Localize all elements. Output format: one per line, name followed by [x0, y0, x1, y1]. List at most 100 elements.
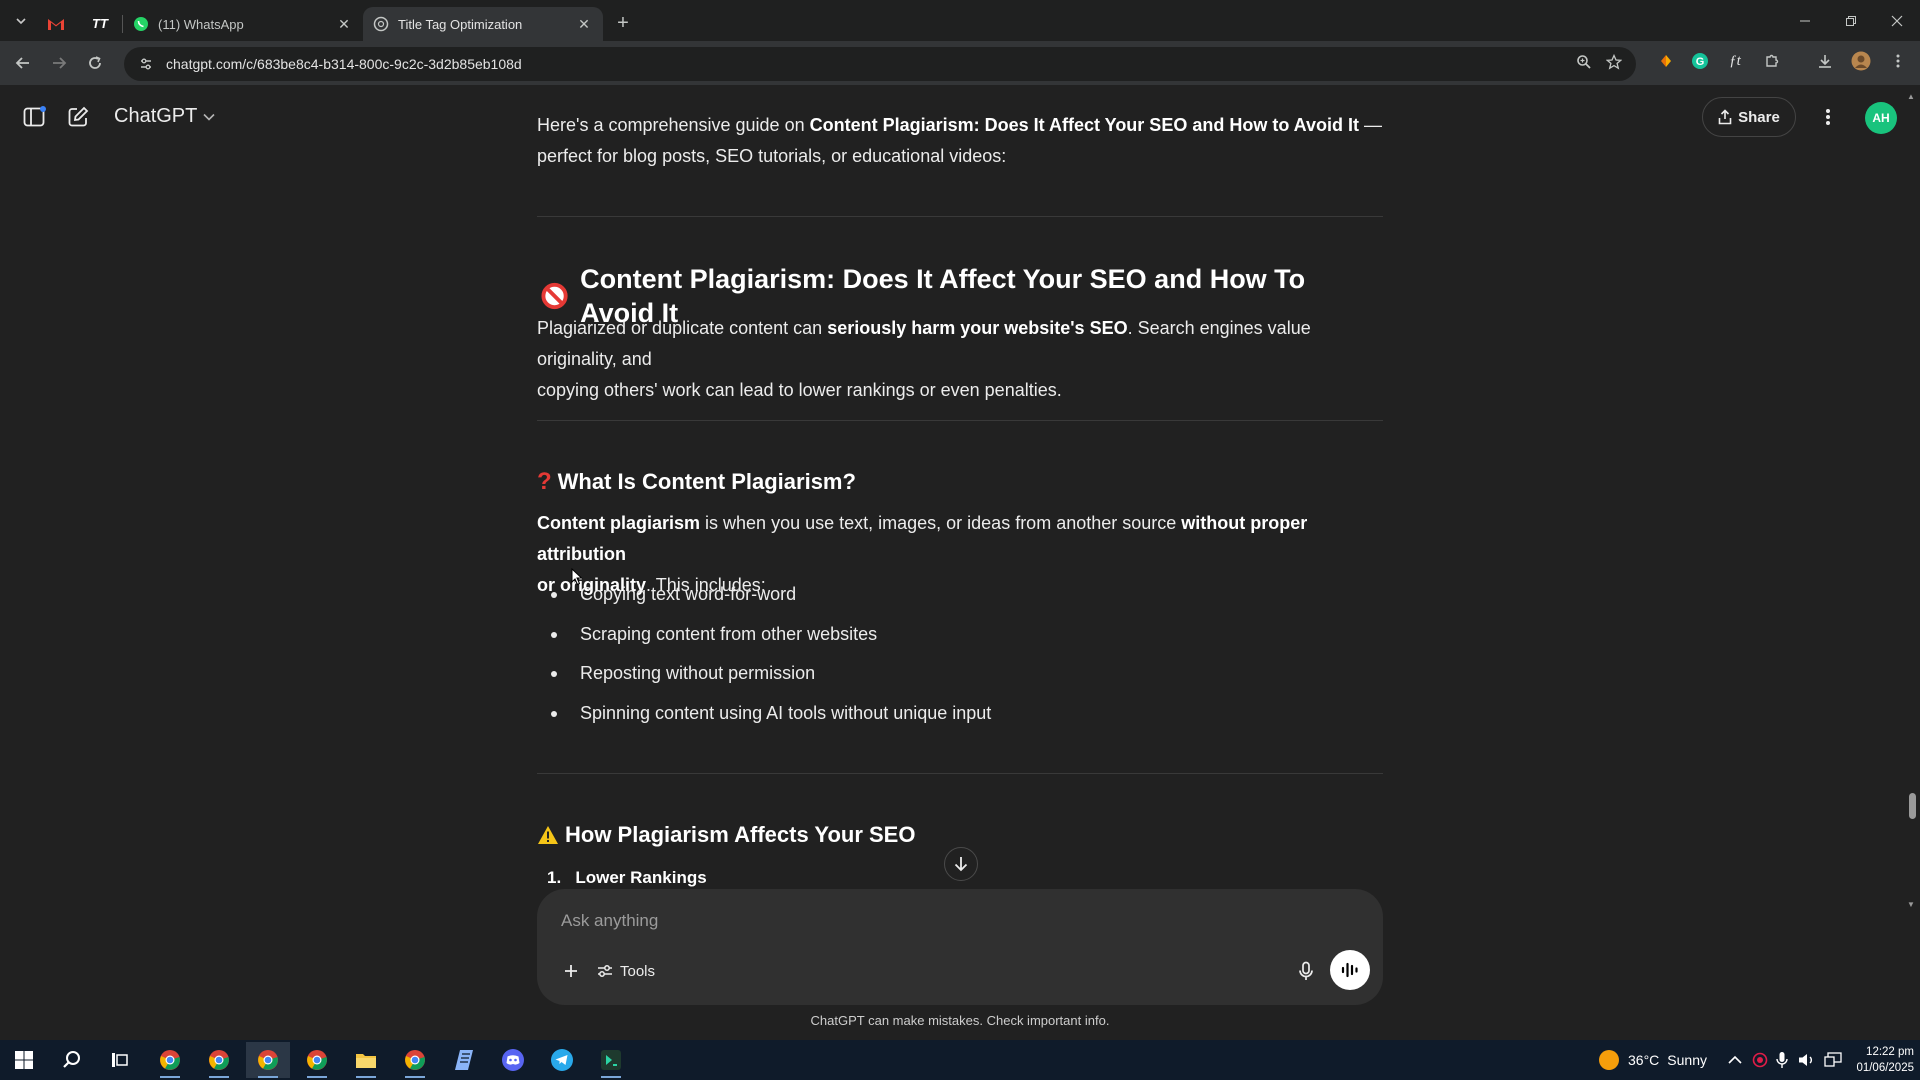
taskbar-terminal-app[interactable] [589, 1042, 633, 1078]
tab-title-tag-optimization[interactable]: Title Tag Optimization ✕ [363, 7, 603, 41]
gmail-icon [48, 18, 64, 30]
folder-icon [356, 1054, 376, 1068]
profile-avatar-icon[interactable] [1849, 49, 1873, 73]
page-scrollbar[interactable]: ▲ ▼ [1906, 92, 1918, 910]
minimize-button[interactable] [1782, 0, 1828, 41]
tw-logo-icon: TT [92, 16, 108, 31]
browser-toolbar: chatgpt.com/c/683be8c4-b314-800c-9c2c-3d… [0, 41, 1920, 85]
sidebar-icon [23, 106, 46, 127]
system-clock[interactable]: 12:22 pm 01/06/2025 [1846, 1044, 1914, 1076]
forward-button[interactable] [42, 46, 76, 80]
tab-title: Title Tag Optimization [398, 16, 523, 32]
taskbar-discord[interactable] [491, 1042, 535, 1078]
new-tab-button[interactable]: + [609, 9, 637, 37]
list-item: Copying text word-for-word [551, 579, 796, 610]
divider [537, 216, 1383, 217]
edit-icon [68, 106, 89, 127]
chevron-up-icon [1728, 1055, 1742, 1064]
back-button[interactable] [6, 46, 40, 80]
new-chat-button[interactable] [64, 103, 92, 131]
task-view-button[interactable] [98, 1042, 142, 1078]
waveform-icon [1341, 962, 1358, 978]
model-selector[interactable]: ChatGPT [114, 105, 215, 128]
close-window-button[interactable] [1874, 0, 1920, 41]
warning-icon [538, 826, 558, 844]
chrome-icon [307, 1050, 327, 1070]
list-item: Scraping content from other websites [551, 619, 877, 650]
conversation-options-button[interactable] [1814, 103, 1842, 131]
address-bar[interactable]: chatgpt.com/c/683be8c4-b314-800c-9c2c-3d… [124, 47, 1636, 81]
prompt-input[interactable]: Ask anything [561, 911, 658, 931]
taskbar-chrome-3[interactable] [246, 1042, 290, 1078]
question-mark-icon: ? [537, 468, 552, 495]
taskbar-chrome-5[interactable] [393, 1042, 437, 1078]
tools-label: Tools [620, 962, 656, 980]
taskbar-telegram[interactable] [540, 1042, 584, 1078]
chrome-icon [160, 1050, 180, 1070]
tray-network-icon[interactable] [1824, 1040, 1842, 1080]
weather-temp: 36°C [1628, 1052, 1660, 1068]
scroll-to-bottom-button[interactable] [944, 847, 978, 881]
tray-mic-icon[interactable] [1776, 1040, 1788, 1080]
grammarly-icon[interactable]: G [1688, 49, 1712, 73]
tools-button[interactable]: Tools [597, 957, 655, 985]
microphone-icon [1299, 961, 1313, 980]
divider [537, 773, 1383, 774]
plus-icon [565, 965, 577, 977]
search-button[interactable] [50, 1042, 94, 1078]
clock-date: 01/06/2025 [1856, 1062, 1914, 1074]
tab-whatsapp[interactable]: (11) WhatsApp ✕ [123, 7, 363, 41]
extension-colorful-icon[interactable] [1654, 49, 1678, 73]
tray-record-icon[interactable] [1752, 1040, 1768, 1080]
extensions-puzzle-icon[interactable] [1760, 49, 1784, 73]
reload-icon [89, 56, 101, 69]
close-tab-icon[interactable]: ✕ [335, 15, 353, 33]
taskbar-chrome-2[interactable] [197, 1042, 241, 1078]
site-info-icon[interactable] [136, 54, 156, 74]
share-button[interactable]: Share [1702, 97, 1796, 137]
browser-tab-bar: TT (11) WhatsApp ✕ Title Tag Optimizatio… [0, 0, 1920, 41]
whatsapp-icon [134, 17, 148, 31]
taskbar-chrome-4[interactable] [295, 1042, 339, 1078]
list-item: Reposting without permission [551, 658, 815, 689]
sidebar-toggle-button[interactable] [20, 103, 48, 131]
scrollbar-thumb[interactable] [1909, 793, 1916, 819]
dictate-button[interactable] [1292, 957, 1320, 985]
pinned-tab-gmail[interactable] [34, 8, 78, 40]
zoom-icon[interactable] [1576, 54, 1592, 74]
chevron-down-icon [203, 109, 215, 124]
chrome-icon [258, 1050, 278, 1070]
tab-search-icon[interactable] [8, 8, 34, 34]
section-heading-what: ? What Is Content Plagiarism? [537, 468, 856, 495]
start-button[interactable] [2, 1042, 46, 1078]
scroll-down-icon[interactable]: ▼ [1907, 900, 1915, 909]
sliders-icon [598, 965, 612, 977]
taskbar-chrome-1[interactable] [148, 1042, 192, 1078]
scroll-up-icon[interactable]: ▲ [1907, 92, 1915, 101]
task-view-icon [112, 1053, 128, 1067]
pinned-tab-tw[interactable]: TT [78, 8, 122, 40]
tray-volume-icon[interactable] [1798, 1040, 1816, 1080]
prompt-composer[interactable]: Ask anything Tools [537, 889, 1383, 1005]
close-tab-icon[interactable]: ✕ [575, 15, 593, 33]
disclaimer-text: ChatGPT can make mistakes. Check importa… [810, 1013, 1110, 1028]
summary-paragraph: Plagiarized or duplicate content can ser… [537, 318, 1311, 400]
terminal-icon [601, 1050, 621, 1070]
list-item: Spinning content using AI tools without … [551, 698, 991, 729]
arrow-right-icon [53, 57, 67, 69]
font-extension-icon[interactable]: ƒt [1723, 49, 1747, 73]
app-name: ChatGPT [114, 105, 198, 127]
bookmark-star-icon[interactable] [1605, 53, 1623, 74]
voice-mode-button[interactable] [1330, 950, 1370, 990]
restore-button[interactable] [1828, 0, 1874, 41]
user-avatar[interactable]: AH [1865, 102, 1897, 134]
chrome-icon [209, 1050, 229, 1070]
show-hidden-icons-button[interactable] [1728, 1040, 1742, 1080]
attach-button[interactable] [557, 957, 585, 985]
weather-widget[interactable]: 36°C Sunny [1598, 1040, 1707, 1080]
taskbar-notes-app[interactable] [442, 1042, 486, 1078]
browser-menu-icon[interactable] [1886, 49, 1910, 73]
taskbar-file-explorer[interactable] [344, 1042, 388, 1078]
downloads-icon[interactable] [1813, 49, 1837, 73]
reload-button[interactable] [78, 46, 112, 80]
